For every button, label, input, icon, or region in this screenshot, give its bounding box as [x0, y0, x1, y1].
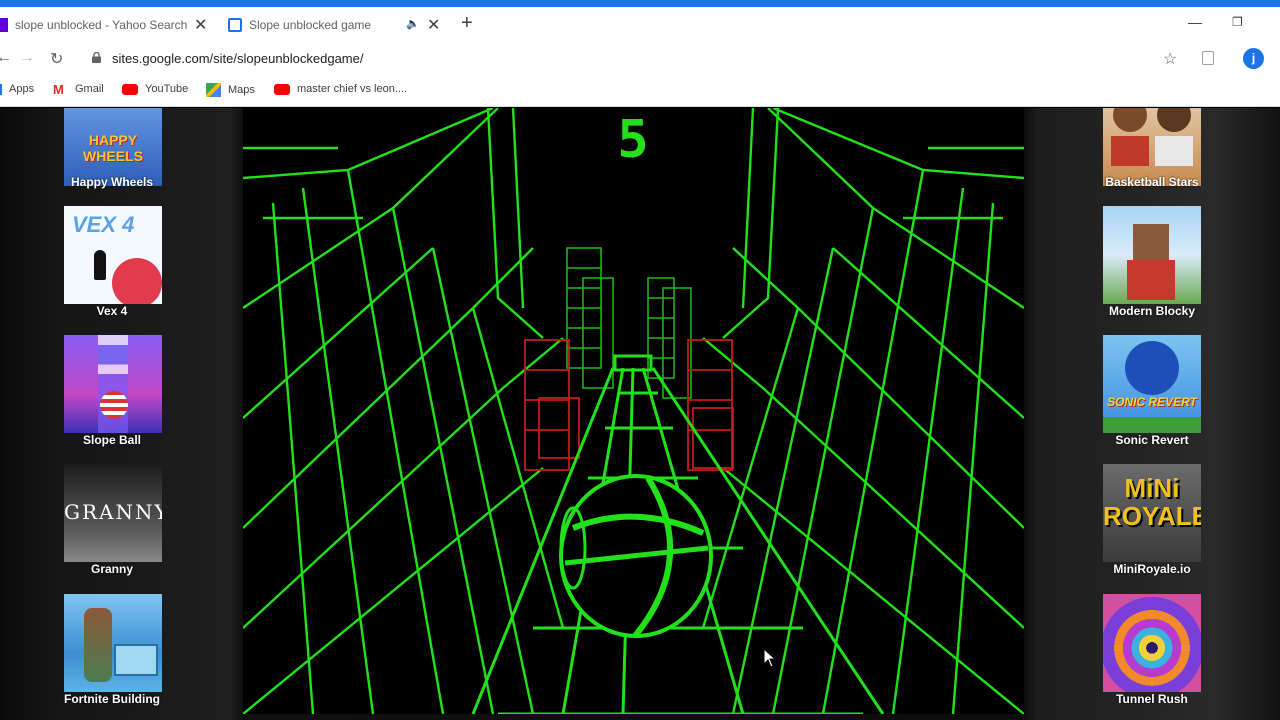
mouse-cursor-icon [763, 648, 777, 668]
lock-icon [92, 52, 101, 63]
game-label[interactable]: Fortnite Building [42, 692, 182, 706]
game-label[interactable]: Tunnel Rush [1082, 692, 1222, 706]
bookmark-label: YouTube [145, 83, 189, 95]
game-label[interactable]: Happy Wheels [42, 175, 182, 189]
tab-slope-game[interactable]: Slope unblocked game [228, 7, 418, 42]
game-label[interactable]: MiniRoyale.io [1082, 562, 1222, 576]
address-bar: ← → ↻ sites.google.com/site/slopeunblock… [0, 42, 1280, 76]
thumb-text: SONIC REVERT [1107, 395, 1197, 409]
bookmark-youtube[interactable]: YouTube [122, 83, 188, 95]
game-thumb-vex-4[interactable]: VEX 4 [64, 206, 162, 304]
close-icon[interactable]: ✕ [427, 15, 440, 35]
thumb-text: GRANNY [64, 500, 162, 524]
minimize-icon[interactable]: — [1188, 14, 1202, 30]
thumb-text: VEX 4 [72, 212, 135, 237]
bookmark-maps[interactable]: Maps [206, 83, 255, 97]
slope-game-scene [243, 108, 1024, 714]
tab-title: slope unblocked - Yahoo Search [15, 17, 188, 32]
url-input[interactable]: sites.google.com/site/slopeunblockedgame… [112, 51, 363, 66]
game-thumb-miniroyale[interactable]: MiNi ROYALE [1103, 464, 1201, 562]
google-sites-favicon-icon [228, 17, 242, 32]
close-icon[interactable]: ✕ [194, 15, 207, 35]
thumb-text: HAPPY WHEELS [83, 132, 143, 164]
gmail-icon: M [53, 81, 64, 97]
bookmark-label: Apps [9, 83, 35, 95]
game-label[interactable]: Granny [42, 562, 182, 576]
youtube-icon [274, 83, 290, 95]
blocky-head-icon [1133, 224, 1169, 260]
jersey-icon [1155, 136, 1193, 166]
reload-icon[interactable]: ↻ [50, 49, 63, 69]
character-icon [84, 608, 112, 682]
game-label[interactable]: Vex 4 [42, 304, 182, 318]
thumb-text: MiNi ROYALE [1103, 473, 1201, 531]
game-label[interactable]: Slope Ball [42, 433, 182, 447]
player-ball [559, 474, 713, 638]
bookmarks-bar: Apps M Gmail YouTube Maps master chief v… [0, 76, 1280, 107]
back-icon[interactable]: ← [0, 49, 12, 67]
player-head-icon [1157, 108, 1191, 132]
window-top-accent [0, 0, 1280, 7]
jersey-icon [1111, 136, 1149, 166]
game-thumb-slope-ball[interactable] [64, 335, 162, 433]
game-label[interactable]: Basketball Stars [1082, 175, 1222, 189]
score-counter: 5 [617, 110, 649, 170]
ground-icon [1103, 417, 1201, 433]
game-thumb-modern-blocky[interactable] [1103, 206, 1201, 304]
game-thumb-fortnite-building[interactable] [64, 594, 162, 692]
game-thumb-tunnel-rush[interactable] [1103, 594, 1201, 692]
bookmark-label: master chief vs leon.... [297, 83, 408, 95]
extension-icon[interactable] [1202, 51, 1214, 65]
bookmark-star-icon[interactable]: ☆ [1163, 49, 1177, 69]
bookmark-label: Maps [228, 84, 255, 96]
player-head-icon [1113, 108, 1147, 132]
game-thumb-sonic-revert[interactable]: SONIC REVERT [1103, 335, 1201, 433]
blocky-body-icon [1127, 260, 1175, 300]
bookmark-apps[interactable]: Apps [0, 83, 34, 95]
page-content: HAPPY WHEELS Happy Wheels VEX 4 Vex 4 Sl… [0, 108, 1280, 720]
tab-title: Slope unblocked game [249, 17, 372, 32]
speaker-icon[interactable]: 🔈 [406, 17, 420, 30]
game-label[interactable]: Sonic Revert [1082, 433, 1222, 447]
forward-icon[interactable]: → [19, 49, 35, 67]
profile-avatar[interactable]: j [1243, 48, 1264, 69]
game-label[interactable]: Modern Blocky [1082, 304, 1222, 318]
game-thumb-granny[interactable]: GRANNY [64, 464, 162, 562]
tab-strip: slope unblocked - Yahoo Search ✕ Slope u… [0, 7, 1280, 42]
yahoo-favicon-icon [0, 17, 8, 32]
bookmark-label: Gmail [75, 83, 104, 95]
maps-icon [206, 83, 221, 97]
bookmark-master-chief[interactable]: master chief vs leon.... [274, 83, 407, 95]
restore-icon[interactable]: ❐ [1232, 15, 1243, 29]
sawblade-icon [112, 258, 162, 304]
bookmark-gmail[interactable]: M Gmail [53, 81, 104, 97]
ball-icon [100, 391, 128, 419]
stickman-icon [94, 250, 106, 280]
slope-game-canvas[interactable]: 5 [243, 108, 1024, 714]
tab-yahoo-search[interactable]: slope unblocked - Yahoo Search [0, 7, 210, 42]
building-icon [114, 644, 158, 676]
youtube-icon [122, 83, 138, 95]
apps-grid-icon [0, 83, 2, 95]
sonic-icon [1125, 341, 1179, 395]
new-tab-button[interactable]: + [461, 12, 473, 35]
